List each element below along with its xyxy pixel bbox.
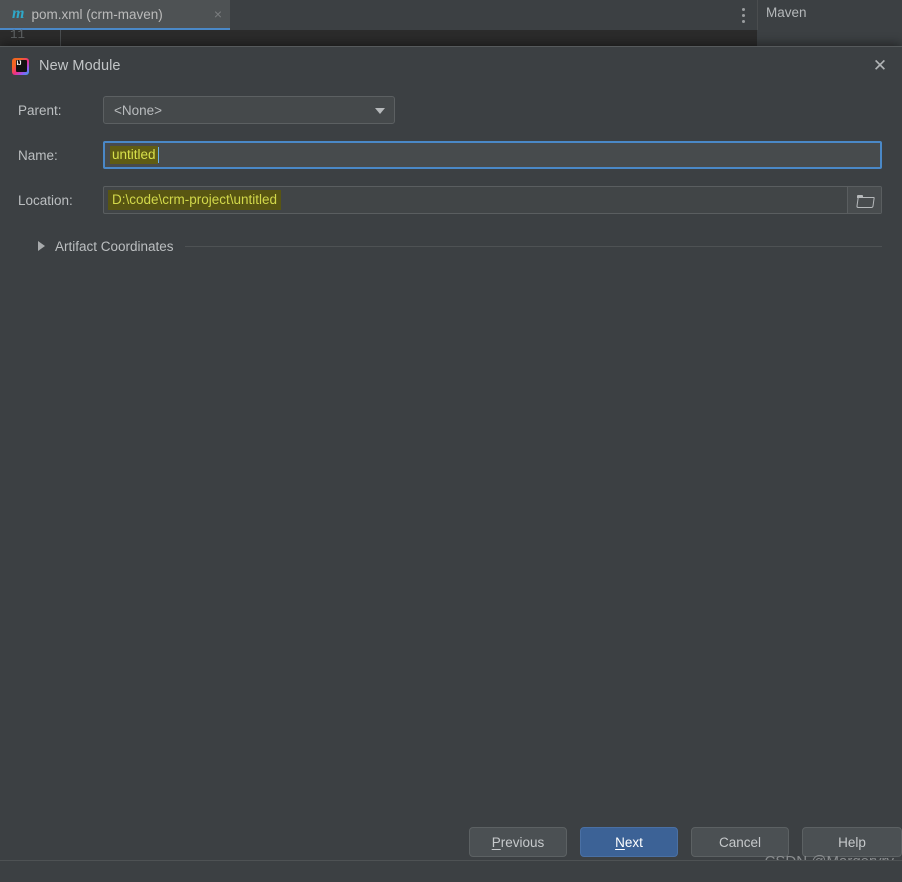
section-divider [184,245,882,247]
artifact-coordinates-section[interactable]: Artifact Coordinates [38,236,884,256]
dialog-title-bar: New Module ✕ [0,47,902,85]
location-row: Location: D:\code\crm-project\untitled [18,186,884,214]
name-row: Name: untitled [18,141,884,169]
name-input[interactable]: untitled [103,141,882,169]
location-label: Location: [18,192,73,208]
dialog-body: Parent: <None> Name: untitled Location: … [0,96,902,256]
help-button[interactable]: Help [802,827,902,857]
text-caret [157,147,159,163]
dialog-title: New Module [39,58,121,74]
artifact-coordinates-label: Artifact Coordinates [55,238,174,254]
next-button[interactable]: Next [580,827,678,857]
location-input[interactable]: D:\code\crm-project\untitled [103,186,882,214]
editor-tab-label: pom.xml (crm-maven) [31,6,163,22]
name-input-value: untitled [110,146,158,164]
intellij-idea-icon [12,57,29,75]
chevron-down-icon[interactable] [375,108,385,114]
cancel-button[interactable]: Cancel [691,827,789,857]
previous-mnemonic: P [491,834,501,850]
next-mnemonic: N [615,834,625,850]
maven-m-icon: m [12,5,25,22]
dialog-bottom-strip [0,860,902,882]
browse-button[interactable] [847,187,881,213]
triangle-right-icon[interactable] [38,241,45,251]
editor-tab-pom-xml[interactable]: m pom.xml (crm-maven) × [0,0,230,30]
close-icon[interactable]: ✕ [870,56,890,76]
next-label: ext [624,834,643,850]
name-label: Name: [18,147,58,163]
new-module-dialog: New Module ✕ Parent: <None> Name: untitl… [0,46,902,882]
parent-row: Parent: <None> [18,96,884,124]
dialog-footer: Previous Next Cancel Help [0,824,902,860]
close-icon[interactable]: × [214,7,222,21]
location-input-value: D:\code\crm-project\untitled [108,190,282,210]
previous-label: revious [500,834,545,850]
parent-selected-value: <None> [114,102,163,118]
previous-button[interactable]: Previous [469,827,567,857]
screen: m pom.xml (crm-maven) × 11 Maven New Mod… [0,0,902,882]
parent-combobox[interactable]: <None> [103,96,395,124]
editor-line-number: 11 [10,28,26,42]
parent-label: Parent: [18,102,62,118]
kebab-menu-icon[interactable] [736,4,750,26]
toolwindow-title-maven: Maven [766,5,807,20]
folder-icon [857,194,872,206]
